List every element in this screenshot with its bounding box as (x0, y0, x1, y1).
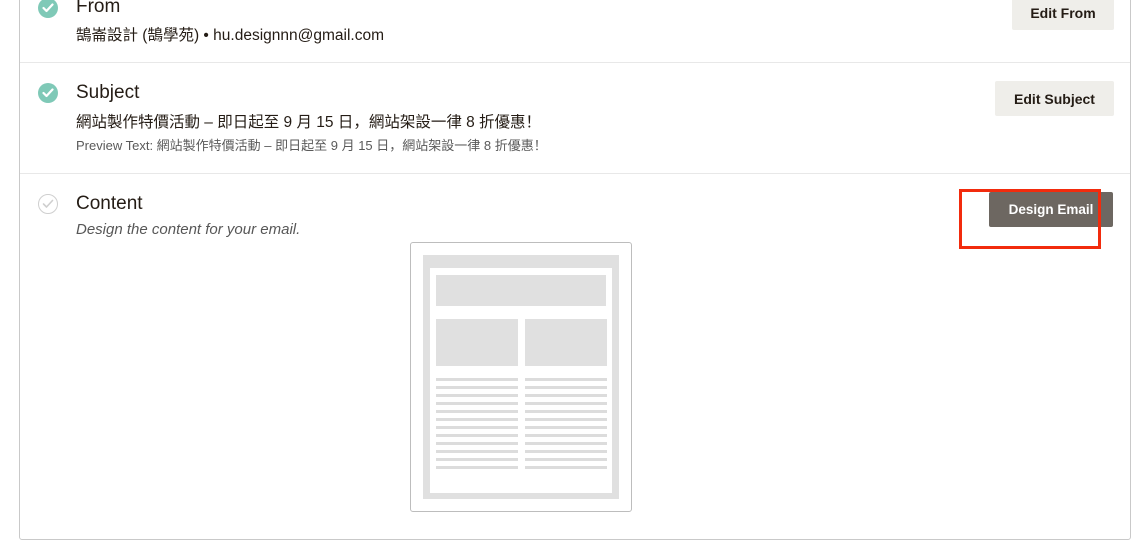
placeholder-text-line (525, 378, 607, 381)
placeholder-text-line (525, 434, 607, 437)
placeholder-text-line (436, 434, 518, 437)
from-section: From 鵠崙設計 (鵠學苑) • hu.designnn@gmail.com … (20, 0, 1130, 63)
placeholder-text-line (525, 410, 607, 413)
placeholder-text-line (525, 402, 607, 405)
placeholder-text-line (525, 426, 607, 429)
check-incomplete-icon (38, 194, 58, 214)
placeholder-text-line (436, 458, 518, 461)
placeholder-text-line (525, 418, 607, 421)
placeholder-text-line (436, 450, 518, 453)
preview-text: Preview Text: 網站製作特價活動 – 即日起至 9 月 15 日，網… (76, 138, 547, 153)
subject-title: Subject (76, 82, 140, 103)
image-block-left (436, 319, 518, 366)
placeholder-text-line (525, 394, 607, 397)
edit-subject-button[interactable]: Edit Subject (995, 81, 1114, 116)
header-block (436, 275, 606, 306)
content-title: Content (76, 193, 143, 214)
placeholder-text-line (525, 442, 607, 445)
from-detail: 鵠崙設計 (鵠學苑) • hu.designnn@gmail.com (76, 27, 384, 44)
edit-from-button[interactable]: Edit From (1012, 0, 1114, 30)
placeholder-text-line (436, 378, 518, 381)
placeholder-text-line (436, 418, 518, 421)
image-block-right (525, 319, 607, 366)
placeholder-text-line (525, 386, 607, 389)
placeholder-text-line (436, 402, 518, 405)
placeholder-text-line (436, 410, 518, 413)
placeholder-text-line (436, 426, 518, 429)
placeholder-text-line (436, 386, 518, 389)
placeholder-text-line (436, 442, 518, 445)
content-description: Design the content for your email. (76, 221, 301, 238)
check-complete-icon (38, 83, 58, 103)
check-complete-icon (38, 0, 58, 18)
placeholder-text-line (525, 458, 607, 461)
placeholder-text-line (436, 394, 518, 397)
campaign-checklist-card: From 鵠崙設計 (鵠學苑) • hu.designnn@gmail.com … (19, 0, 1131, 540)
subject-section: Subject 網站製作特價活動 – 即日起至 9 月 15 日，網站架設一律 … (20, 63, 1130, 174)
template-frame (423, 255, 619, 499)
email-template-preview[interactable] (410, 242, 632, 512)
placeholder-text-line (525, 466, 607, 469)
template-page (430, 268, 612, 493)
from-title: From (76, 0, 121, 17)
design-email-highlight (959, 189, 1101, 249)
placeholder-text-line (525, 450, 607, 453)
placeholder-text-line (436, 466, 518, 469)
subject-detail: 網站製作特價活動 – 即日起至 9 月 15 日，網站架設一律 8 折優惠！ (76, 114, 542, 131)
